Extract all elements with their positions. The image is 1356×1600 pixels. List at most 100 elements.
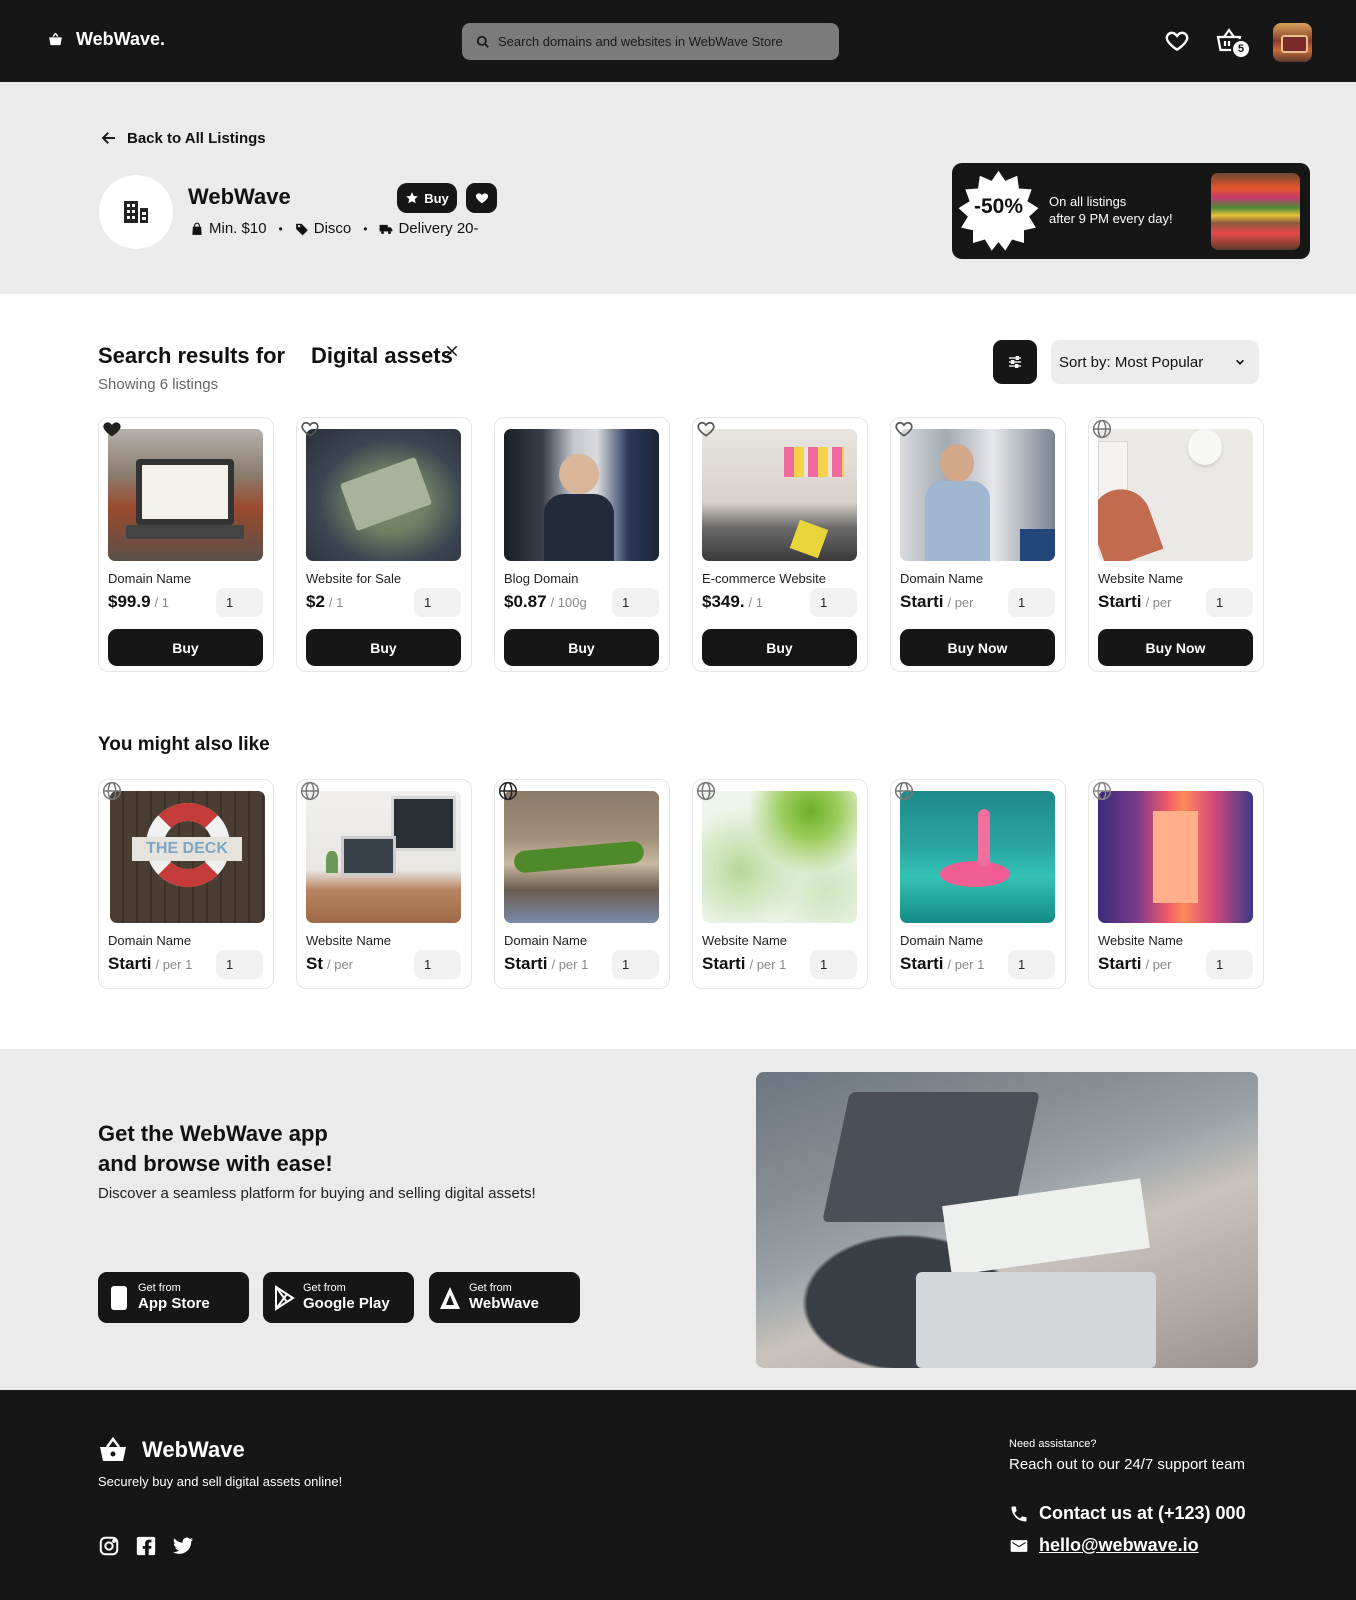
quantity-input[interactable]: 1: [810, 588, 857, 617]
discount-promo-card[interactable]: -50% On all listings after 9 PM every da…: [952, 163, 1310, 259]
quantity-input[interactable]: 1: [1206, 588, 1253, 617]
price-unit: / per: [1145, 957, 1172, 972]
footer-tagline: Securely buy and sell digital assets onl…: [98, 1474, 343, 1489]
instagram-icon[interactable]: [98, 1535, 120, 1557]
footer-email-link[interactable]: hello@webwave.io: [1009, 1535, 1199, 1556]
webwave-app-name: WebWave: [469, 1295, 540, 1312]
listing-name: Website Name: [1098, 933, 1184, 948]
listing-name: Website Name: [306, 933, 392, 948]
listing-card[interactable]: Domain Name Starti / per 1 Buy Now: [890, 417, 1066, 672]
listing-price: Starti / per: [1098, 592, 1171, 612]
recommended-card[interactable]: Website Name Starti / per 1 1: [692, 779, 868, 989]
quantity-input[interactable]: 1: [810, 950, 857, 979]
buy-now-button[interactable]: Buy Now: [1098, 629, 1253, 666]
footer-contact-phone[interactable]: Contact us at (+123) 000: [1009, 1503, 1246, 1524]
heart-outline-icon[interactable]: [300, 419, 320, 439]
listing-price: Starti / per 1: [504, 954, 588, 974]
quantity-input[interactable]: 1: [414, 588, 461, 617]
twitter-icon[interactable]: [172, 1535, 194, 1557]
price-value: Starti: [702, 954, 746, 973]
heart-outline-icon[interactable]: [894, 419, 914, 439]
also-like-title: You might also like: [98, 734, 270, 755]
listing-image-cash: [306, 429, 461, 561]
google-play-text: Get from Google Play: [303, 1282, 390, 1313]
price-value: $0.87: [504, 592, 547, 611]
store-buy-button[interactable]: Buy: [397, 183, 457, 213]
store-name: WebWave: [188, 184, 291, 209]
buy-button[interactable]: Buy: [108, 629, 263, 666]
heart-icon[interactable]: [102, 419, 122, 439]
chevron-down-icon: [1236, 359, 1244, 365]
tag-icon: [295, 223, 308, 235]
building-icon: [124, 201, 148, 223]
recommended-card[interactable]: Domain Name Starti / per 1 1: [494, 779, 670, 989]
delivery-info: Delivery 20-: [379, 220, 479, 237]
app-heading-line-2: and browse with ease!: [98, 1151, 333, 1176]
quantity-input[interactable]: 1: [612, 950, 659, 979]
listing-card[interactable]: E-commerce Website $349./ 1 1 Buy: [692, 417, 868, 672]
quantity-input[interactable]: 1: [216, 588, 263, 617]
back-to-listings-link[interactable]: Back to All Listings: [100, 129, 266, 147]
price-value: Starti: [504, 954, 548, 973]
footer-brand: WebWave: [142, 1437, 245, 1462]
footer-logo[interactable]: WebWave: [98, 1437, 245, 1463]
heart-outline-icon[interactable]: [696, 419, 716, 439]
filter-button[interactable]: [993, 340, 1037, 384]
site-logo[interactable]: WebWave.: [47, 29, 165, 50]
price-value: $2: [306, 592, 325, 611]
app-download-section: Get the WebWave app and browse with ease…: [0, 1049, 1356, 1390]
app-subtitle: Discover a seamless platform for buying …: [98, 1185, 536, 1202]
promo-text: On all listings after 9 PM every day!: [1049, 193, 1173, 227]
listing-card[interactable]: Blog Domain $0.87/ 100g 1 Buy: [494, 417, 670, 672]
quantity-input[interactable]: 1: [1206, 950, 1253, 979]
globe-icon: [696, 781, 716, 801]
globe-icon: [300, 781, 320, 801]
quantity-input[interactable]: 1: [612, 588, 659, 617]
quantity-input[interactable]: 1: [414, 950, 461, 979]
buy-button[interactable]: Buy: [504, 629, 659, 666]
sort-dropdown[interactable]: Sort by: Most Popular: [1051, 340, 1259, 384]
listing-card[interactable]: Website Name Starti / per 1 Buy Now: [1088, 417, 1264, 672]
quantity-input[interactable]: 1: [1008, 950, 1055, 979]
store-meta: Min. $10 • Disco • Delivery 20-: [190, 220, 479, 237]
price-value: $349.: [702, 592, 745, 611]
listing-card[interactable]: Domain Name $99.9/ 1 1 Buy: [98, 417, 274, 672]
listing-image-office: [702, 429, 857, 561]
quantity-input[interactable]: 1: [1008, 588, 1055, 617]
user-avatar[interactable]: [1273, 23, 1312, 62]
price-value: Starti: [900, 954, 944, 973]
quantity-input[interactable]: 1: [216, 950, 263, 979]
results-title: Search results for: [98, 343, 286, 368]
back-link-label: Back to All Listings: [127, 129, 266, 147]
min-order: Min. $10: [190, 220, 267, 237]
listing-price: $349./ 1: [702, 592, 763, 612]
price-unit: / per 1: [749, 957, 787, 972]
search-input[interactable]: Search domains and websites in WebWave S…: [462, 23, 839, 60]
favorites-heart-icon[interactable]: [1164, 28, 1190, 54]
google-play-button[interactable]: Get from Google Play: [263, 1272, 414, 1323]
google-play-name: Google Play: [303, 1295, 390, 1312]
store-favorite-button[interactable]: [466, 183, 497, 213]
recommended-card[interactable]: Website Name St / per 1: [296, 779, 472, 989]
app-store-top: Get from: [138, 1282, 181, 1294]
buy-now-button[interactable]: Buy Now: [900, 629, 1055, 666]
listing-name: Domain Name: [900, 571, 984, 586]
price-unit: / per 1: [947, 957, 985, 972]
listing-name: Website Name: [702, 933, 788, 948]
recommended-card[interactable]: Domain Name Starti / per 1 1: [890, 779, 1066, 989]
app-store-button[interactable]: Get from App Store: [98, 1272, 249, 1323]
clear-query-close-icon[interactable]: [445, 344, 459, 358]
listing-image-businessman: [900, 429, 1055, 561]
buy-button[interactable]: Buy: [306, 629, 461, 666]
basket-icon: [49, 33, 62, 46]
recommended-card[interactable]: THE DECK Domain Name Starti / per 1 1: [98, 779, 274, 989]
globe-icon: [894, 781, 914, 801]
recommended-card[interactable]: Website Name Starti / per 1: [1088, 779, 1264, 989]
footer-reach-out: Reach out to our 24/7 support team: [1009, 1456, 1245, 1473]
facebook-icon[interactable]: [135, 1535, 157, 1557]
webwave-app-button[interactable]: Get from WebWave: [429, 1272, 580, 1323]
listing-price: Starti / per: [900, 592, 973, 612]
listing-card[interactable]: Website for Sale $2/ 1 1 Buy: [296, 417, 472, 672]
buy-button[interactable]: Buy: [702, 629, 857, 666]
meta-separator: •: [278, 221, 283, 236]
